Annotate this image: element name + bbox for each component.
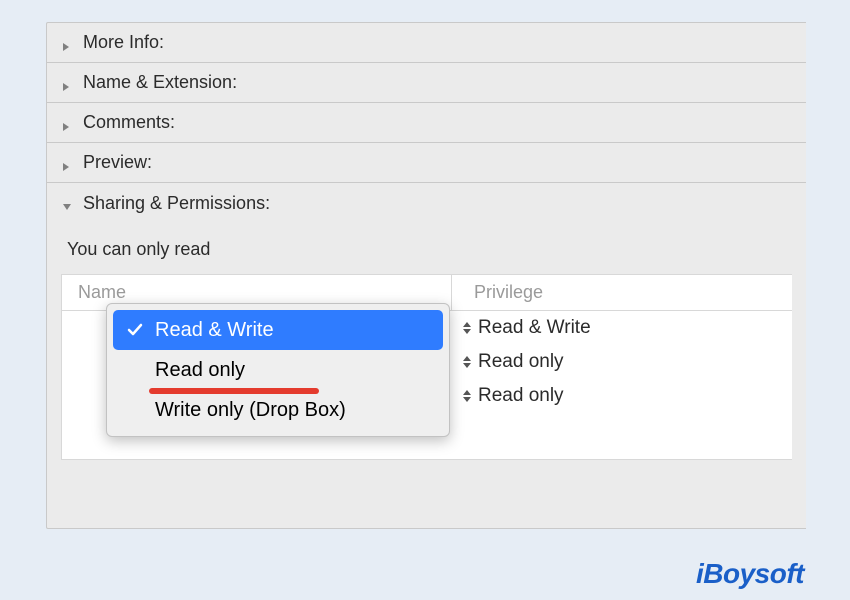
table-body: Read & Write Read only [62,311,792,459]
dropdown-item-read-write[interactable]: Read & Write [113,310,443,350]
chevron-right-icon [61,116,75,130]
section-more-info[interactable]: More Info: [47,23,806,63]
permissions-table: Name Privilege Read & Write [61,274,792,460]
privilege-cell[interactable]: Read only [462,379,762,413]
dropdown-item-write-only[interactable]: Write only (Drop Box) [113,390,443,430]
privilege-value: Read only [478,385,564,407]
privilege-cell[interactable]: Read & Write [462,311,762,345]
privilege-dropdown[interactable]: Read & Write Read only Write only (Drop … [106,303,450,437]
section-sharing-permissions[interactable]: Sharing & Permissions: [47,183,806,223]
section-label: More Info: [83,32,164,53]
chevron-right-icon [61,76,75,90]
dropdown-item-read-only[interactable]: Read only [113,350,443,390]
brand-watermark: iBoysoft [696,558,804,590]
section-label: Name & Extension: [83,72,237,93]
section-name-extension[interactable]: Name & Extension: [47,63,806,103]
privilege-value: Read & Write [478,317,591,339]
chevron-right-icon [61,156,75,170]
stepper-icon[interactable] [462,321,474,335]
section-preview[interactable]: Preview: [47,143,806,183]
permissions-body: You can only read Name Privilege Read & … [47,223,806,528]
dropdown-item-label: Read & Write [155,319,274,342]
stepper-icon[interactable] [462,355,474,369]
section-label: Preview: [83,152,152,173]
stepper-icon[interactable] [462,389,474,403]
check-icon [125,323,145,337]
permissions-status: You can only read [67,239,792,260]
section-label: Comments: [83,112,175,133]
column-header-privilege[interactable]: Privilege [452,275,792,310]
section-comments[interactable]: Comments: [47,103,806,143]
privilege-column: Read & Write Read only [462,311,762,413]
privilege-value: Read only [478,351,564,373]
dropdown-item-label: Write only (Drop Box) [155,399,346,422]
get-info-panel: More Info: Name & Extension: Comments: P… [46,22,806,529]
chevron-right-icon [61,36,75,50]
chevron-down-icon [61,196,75,210]
dropdown-item-label: Read only [155,359,245,382]
privilege-cell[interactable]: Read only [462,345,762,379]
section-label: Sharing & Permissions: [83,193,270,214]
